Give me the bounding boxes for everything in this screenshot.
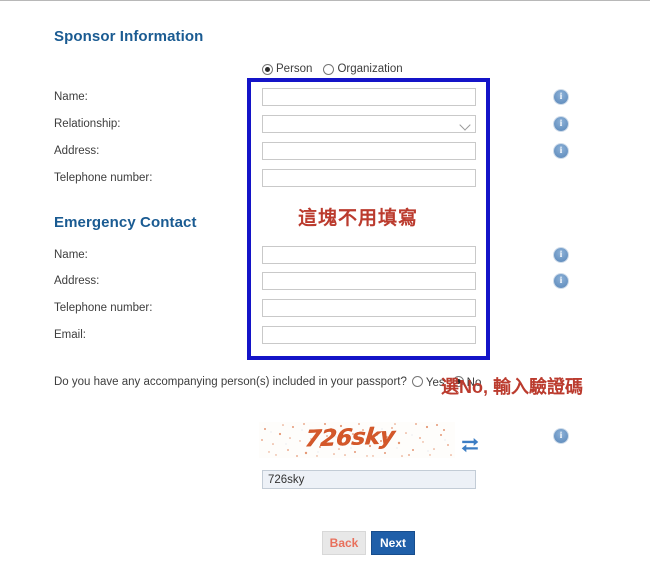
- emergency-address-label: Address:: [54, 275, 100, 287]
- info-icon-sponsor-address[interactable]: i: [554, 144, 568, 158]
- sponsor-address-label: Address:: [54, 145, 100, 157]
- sponsor-telephone-label: Telephone number:: [54, 172, 153, 184]
- info-icon-glyph: i: [559, 275, 563, 285]
- next-button[interactable]: Next: [371, 531, 415, 555]
- info-icon-glyph: i: [559, 145, 563, 155]
- sponsor-name-label: Name:: [54, 91, 88, 103]
- refresh-icon-svg: [461, 438, 479, 453]
- info-icon-glyph: i: [559, 118, 563, 128]
- sponsor-section-heading: Sponsor Information: [54, 28, 204, 45]
- emergency-address-input[interactable]: [262, 272, 476, 290]
- refresh-icon[interactable]: [459, 433, 481, 455]
- sponsor-type-radio-row: Person Organization: [262, 63, 403, 75]
- radio-person[interactable]: [262, 63, 273, 75]
- captcha-image: 726sky: [259, 422, 455, 458]
- captcha-challenge-text: 726sky: [303, 423, 396, 453]
- info-icon-sponsor-relationship[interactable]: i: [554, 117, 568, 131]
- emergency-name-input[interactable]: [262, 246, 476, 264]
- info-icon-glyph: i: [559, 249, 563, 259]
- captcha-input[interactable]: [262, 470, 476, 489]
- radio-organization[interactable]: [323, 63, 335, 75]
- info-icon-sponsor-name[interactable]: i: [554, 90, 568, 104]
- info-icon-emergency-address[interactable]: i: [554, 274, 568, 288]
- info-icon-glyph: i: [559, 91, 563, 101]
- sponsor-name-input[interactable]: [262, 88, 476, 106]
- info-icon-glyph: i: [559, 430, 563, 440]
- back-button[interactable]: Back: [322, 531, 366, 555]
- info-icon-emergency-name[interactable]: i: [554, 248, 568, 262]
- sponsor-relationship-select[interactable]: [262, 115, 476, 133]
- emergency-name-label: Name:: [54, 249, 88, 261]
- visa-application-form: Sponsor Information Person Organization …: [0, 0, 650, 577]
- emergency-section-heading: Emergency Contact: [54, 214, 197, 231]
- emergency-email-input[interactable]: [262, 326, 476, 344]
- info-icon-captcha[interactable]: i: [554, 429, 568, 443]
- emergency-email-label: Email:: [54, 329, 86, 341]
- accompanying-person-question: Do you have any accompanying person(s) i…: [54, 376, 407, 388]
- annotation-skip-section-text: 這塊不用填寫: [298, 208, 419, 229]
- sponsor-relationship-label: Relationship:: [54, 118, 121, 130]
- sponsor-type-option-organization[interactable]: Organization: [323, 63, 403, 75]
- emergency-telephone-input[interactable]: [262, 299, 476, 317]
- emergency-telephone-label: Telephone number:: [54, 302, 153, 314]
- sponsor-address-input[interactable]: [262, 142, 476, 160]
- sponsor-telephone-input[interactable]: [262, 169, 476, 187]
- accompanying-option-yes[interactable]: Yes: [411, 375, 445, 389]
- accompanying-person-row: Do you have any accompanying person(s) i…: [54, 375, 481, 389]
- radio-person-label: Person: [276, 63, 313, 75]
- radio-organization-label: Organization: [337, 63, 403, 75]
- sponsor-relationship-select-wrap: [262, 115, 476, 133]
- sponsor-type-option-person[interactable]: Person: [262, 63, 312, 75]
- radio-accompanying-yes[interactable]: [411, 376, 423, 387]
- annotation-captcha-hint-text: 選No, 輸入驗證碼: [441, 377, 583, 397]
